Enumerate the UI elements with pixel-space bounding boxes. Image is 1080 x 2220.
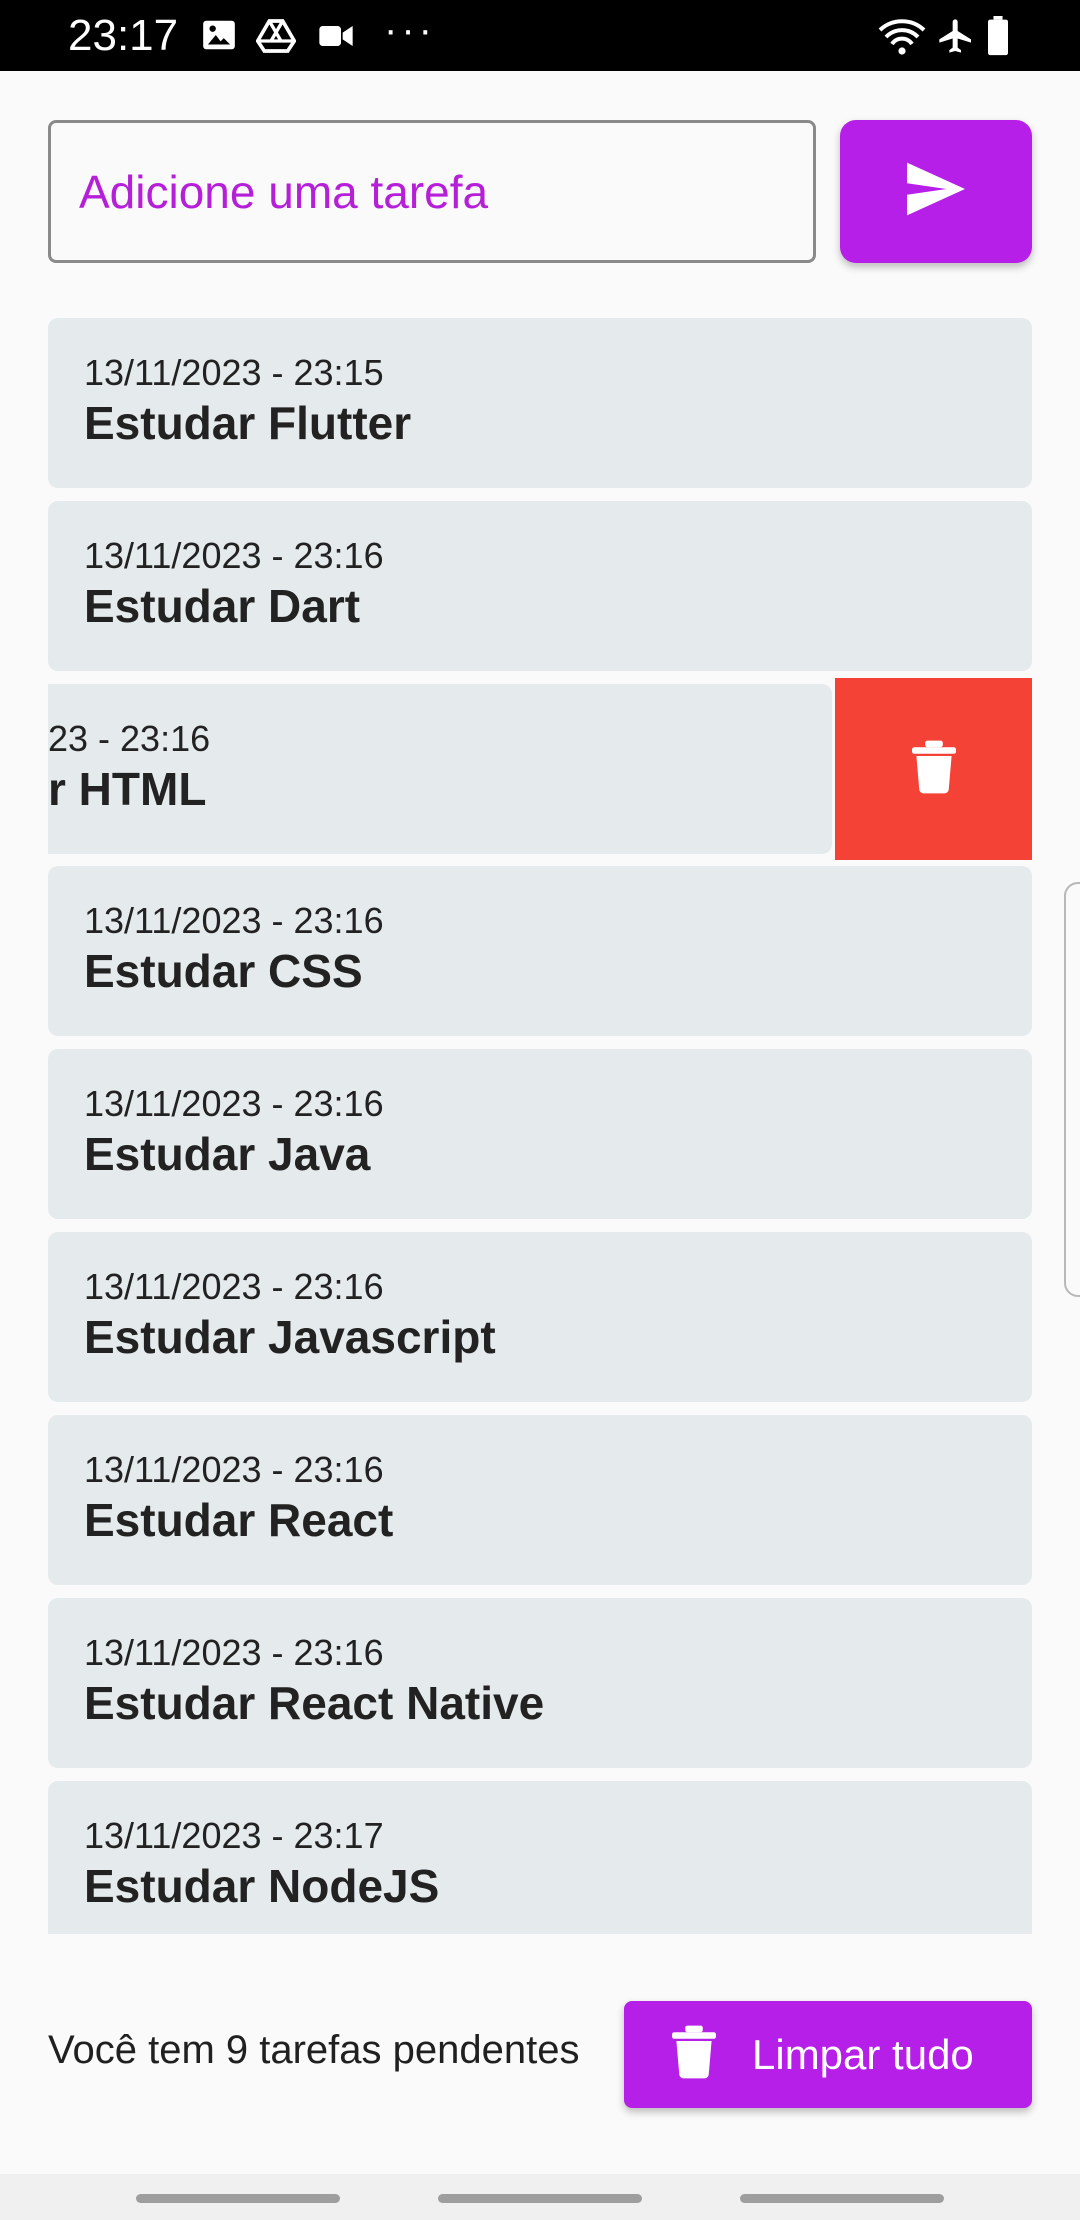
task-date: 13/11/2023 - 23:16: [84, 1083, 384, 1124]
task-item[interactable]: 13/11/2023 - 23:16 Estudar Java: [48, 1049, 1032, 1219]
task-item[interactable]: 13/11/2023 - 23:15 Estudar Flutter: [48, 318, 1032, 488]
nav-gesture-hint[interactable]: [438, 2194, 642, 2203]
task-title: Estudar React Native: [84, 1677, 545, 1729]
clear-all-label: Limpar tudo: [752, 2030, 974, 2078]
airplane-icon: [936, 16, 976, 56]
task-item[interactable]: 13/11/2023 - 23:16 Estudar React Native: [48, 1598, 1032, 1768]
task-title: Estudar Java: [84, 1128, 371, 1180]
status-time: 23:17: [68, 11, 179, 60]
more-dots-icon: ···: [384, 8, 436, 52]
drive-icon: [255, 16, 297, 56]
task-date: 13/11/2023 - 23:16: [84, 1266, 384, 1307]
pending-count-text: Você tem 9 tarefas pendentes: [48, 2028, 580, 2072]
edge-panel-handle[interactable]: [1064, 882, 1080, 1297]
task-item[interactable]: 13/11/2023 - 23:16 Estudar CSS: [48, 866, 1032, 1036]
video-icon: [316, 16, 356, 56]
task-item[interactable]: 13/11/2023 - 23:17 Estudar NodeJS: [48, 1781, 1032, 1934]
task-item[interactable]: 13/11/2023 - 23:16 Estudar React: [48, 1415, 1032, 1585]
task-title: Estudar NodeJS: [84, 1860, 440, 1912]
battery-icon: [986, 16, 1012, 56]
trash-icon: [672, 2025, 716, 2084]
task-list[interactable]: 13/11/2023 - 23:15 Estudar Flutter 13/11…: [48, 318, 1032, 1934]
task-title: Estudar CSS: [84, 945, 363, 997]
task-date: 23 - 23:16: [48, 718, 211, 759]
send-button[interactable]: [840, 120, 1032, 263]
status-bar: 23:17 ···: [0, 0, 1080, 71]
task-item-swiped[interactable]: 23 - 23:16 r HTML: [48, 684, 832, 854]
task-title: Estudar Javascript: [84, 1311, 496, 1363]
task-input-field[interactable]: [48, 120, 816, 263]
task-title: r HTML: [48, 763, 207, 815]
nav-gesture-hint[interactable]: [740, 2194, 944, 2203]
task-date: 13/11/2023 - 23:17: [84, 1815, 384, 1856]
trash-icon: [911, 740, 956, 799]
task-title: Estudar Flutter: [84, 397, 412, 449]
wifi-icon: [878, 16, 928, 56]
task-item[interactable]: 13/11/2023 - 23:16 Estudar Javascript: [48, 1232, 1032, 1402]
task-input[interactable]: [51, 123, 813, 260]
send-icon: [903, 160, 969, 223]
task-date: 13/11/2023 - 23:16: [84, 1449, 384, 1490]
task-date: 13/11/2023 - 23:16: [84, 535, 384, 576]
task-title: Estudar Dart: [84, 580, 361, 632]
nav-gesture-hint[interactable]: [136, 2194, 340, 2203]
gesture-nav-bar: [0, 2174, 1080, 2220]
task-item[interactable]: 13/11/2023 - 23:16 Estudar Dart: [48, 501, 1032, 671]
task-title: Estudar React: [84, 1494, 394, 1546]
task-date: 13/11/2023 - 23:16: [84, 900, 384, 941]
image-icon: [200, 16, 240, 56]
clear-all-button[interactable]: Limpar tudo: [624, 2001, 1032, 2108]
task-date: 13/11/2023 - 23:16: [84, 1632, 384, 1673]
delete-swipe-action[interactable]: [835, 678, 1032, 860]
task-date: 13/11/2023 - 23:15: [84, 352, 384, 393]
